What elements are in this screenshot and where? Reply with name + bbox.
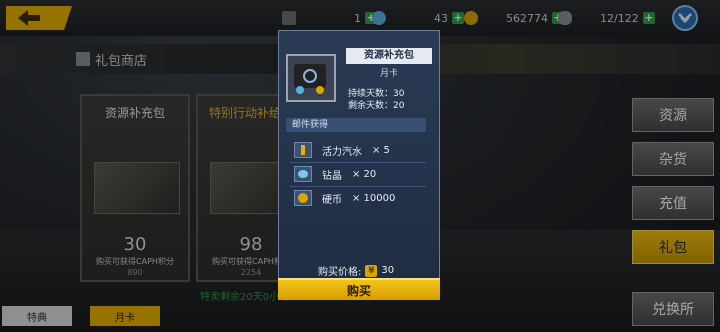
soda-icon xyxy=(294,142,312,158)
item-qty: × 5 xyxy=(372,144,390,156)
price-value: 30 xyxy=(381,265,395,276)
section-header: 邮件获得 xyxy=(286,118,426,132)
item-name: 钻晶 xyxy=(322,170,342,182)
price-line: 购买价格: ¥ 30 xyxy=(318,263,394,278)
yen-coin-icon: ¥ xyxy=(365,264,378,277)
gem-icon xyxy=(294,166,312,182)
item-name: 活力汽水 xyxy=(322,146,362,158)
modal-title: 资源补充包 xyxy=(346,48,432,64)
reward-item: 钻晶 × 20 xyxy=(294,166,376,182)
divider xyxy=(290,186,426,187)
price-label: 购买价格: xyxy=(318,267,362,278)
package-icon xyxy=(286,54,336,102)
buy-button[interactable]: 购买 xyxy=(278,278,440,300)
reward-item: 活力汽水 × 5 xyxy=(294,142,390,158)
item-qty: × 20 xyxy=(352,168,377,180)
remaining-text: 剩余天数：20 xyxy=(348,101,405,111)
divider xyxy=(290,162,426,163)
item-name: 硬币 xyxy=(322,194,342,206)
item-qty: × 10000 xyxy=(352,192,396,204)
reward-item: 硬币 × 10000 xyxy=(294,190,395,206)
modal-subtitle: 月卡 xyxy=(379,69,398,79)
coin-icon xyxy=(294,190,312,206)
